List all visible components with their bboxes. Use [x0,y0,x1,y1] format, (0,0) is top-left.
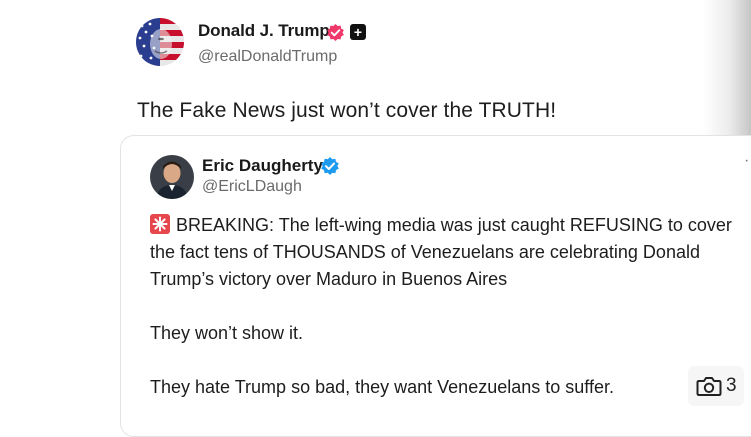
quoted-author-handle[interactable]: @EricLDaugh [202,178,302,196]
quoted-line: Trump’s victory over Maduro in Buenos Ai… [150,269,508,289]
quoted-author-avatar[interactable] [150,155,194,199]
verified-badge-icon [327,23,344,42]
flag-face-avatar-image [136,18,184,66]
more-options-icon[interactable]: · [744,152,751,170]
author-handle[interactable]: @realDonaldTrump [198,48,337,66]
quoted-paragraph-2: They won’t show it. [150,323,304,343]
profile-photo-image [150,155,194,199]
siren-icon [150,214,170,234]
verified-badge-icon [321,157,339,175]
quoted-author-name[interactable]: Eric Daugherty [202,156,323,176]
camera-icon [696,377,722,396]
quoted-line-text: BREAKING: The left-wing media was just c… [176,215,732,235]
plus-badge-icon: + [350,24,366,40]
quoted-paragraph-1: BREAKING: The left-wing media was just c… [150,212,750,293]
quoted-line: BREAKING: The left-wing media was just c… [150,212,750,239]
author-avatar[interactable] [136,18,184,66]
photo-count-button[interactable]: 3 [688,366,744,406]
quoted-line: the fact tens of THOUSANDS of Venezuelan… [150,242,700,262]
quoted-paragraph-3: They hate Trump so bad, they want Venezu… [150,377,614,397]
quoted-post-text: BREAKING: The left-wing media was just c… [150,212,750,428]
post-text: The Fake News just won’t cover the TRUTH… [137,99,557,122]
photo-count-text: 3 [726,375,737,396]
author-name[interactable]: Donald J. Trump [198,21,330,41]
